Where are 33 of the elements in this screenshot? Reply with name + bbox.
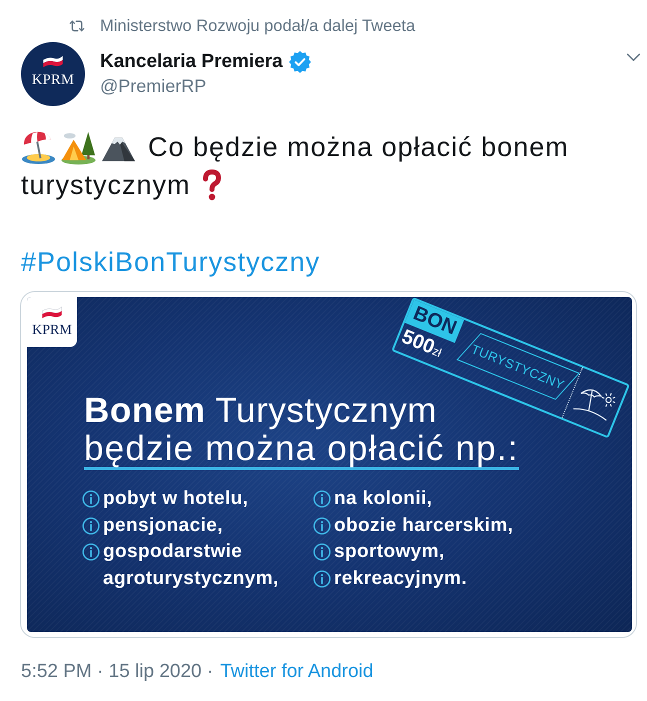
beach-umbrella-icon	[21, 130, 56, 164]
list-item: pensjonacie,	[103, 514, 223, 538]
source-link[interactable]: Twitter for Android	[220, 660, 374, 684]
list-item: pobyt w hotelu,	[103, 487, 248, 511]
retweet-icon	[69, 20, 85, 32]
avatar-logo-text: KPRM	[32, 72, 74, 88]
tweet-text: Co będzie można opłacić bonem	[148, 131, 569, 164]
info-icon	[313, 490, 331, 508]
flag-icon	[42, 55, 64, 68]
subheadline: będzie można opłacić np.:	[84, 431, 519, 470]
list-item: sportowym,	[334, 540, 445, 564]
logo-text: KPRM	[32, 323, 72, 339]
author-handle[interactable]: @PremierRP	[100, 74, 311, 98]
list-item: rekreacyjnym.	[334, 566, 468, 590]
flag-icon	[41, 306, 63, 319]
info-icon	[313, 570, 331, 588]
list-item: na kolonii,	[334, 487, 432, 511]
list-item: obozie harcerskim,	[334, 514, 514, 538]
tweet-timestamp[interactable]: 5:52 PM · 15 lip 2020 ·	[21, 660, 214, 684]
list-item: gospodarstwie agroturystycznym,	[103, 540, 280, 590]
retweet-banner-text[interactable]: Ministerstwo Rozwoju podał/a dalej Tweeta	[100, 16, 416, 36]
author-name[interactable]: Kancelaria Premiera	[100, 50, 283, 74]
info-icon	[313, 516, 331, 534]
hashtag-link[interactable]: #PolskiBonTurystyczny	[21, 247, 320, 277]
info-icon	[82, 490, 100, 508]
headline: Bonem Turystycznym	[84, 391, 438, 431]
info-icon	[82, 516, 100, 534]
tent-icon	[61, 130, 96, 164]
info-icon	[82, 543, 100, 561]
info-icon	[313, 543, 331, 561]
chevron-down-icon[interactable]	[626, 53, 641, 62]
avatar[interactable]: KPRM	[21, 42, 85, 106]
tweet-text: turystycznym	[21, 169, 191, 202]
